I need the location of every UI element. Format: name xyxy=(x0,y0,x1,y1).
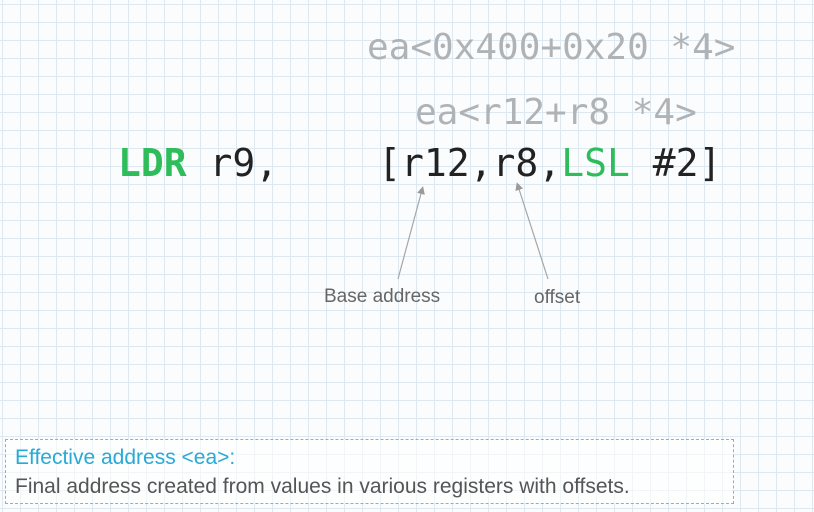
effective-address-symbolic: ea<r12+r8 *4> xyxy=(415,92,697,133)
effective-address-numeric: ea<0x400+0x20 *4> xyxy=(367,27,736,68)
definition-box: Effective address <ea>: Final address cr… xyxy=(5,439,734,504)
offset-label: offset xyxy=(534,287,581,308)
shift-operator: LSL xyxy=(561,141,630,185)
destination-register: r9, xyxy=(186,141,279,185)
annotation-arrows xyxy=(397,182,549,280)
shift-amount: #2] xyxy=(629,141,722,185)
base-address-label: Base address xyxy=(324,286,441,307)
offset-arrow xyxy=(515,182,549,280)
diagram-canvas: ea<0x400+0x20 *4> ea<r12+r8 *4> LDR r9, [… xyxy=(0,0,814,512)
opcode: LDR xyxy=(118,141,187,185)
definition-title: Effective address <ea>: xyxy=(15,446,236,469)
instruction-line: LDR r9, [r12,r8,LSL #2] xyxy=(118,144,721,182)
definition-text: Final address created from values in var… xyxy=(15,475,630,498)
base-address-arrow xyxy=(397,186,425,280)
operand-registers: [r12,r8, xyxy=(378,141,562,185)
